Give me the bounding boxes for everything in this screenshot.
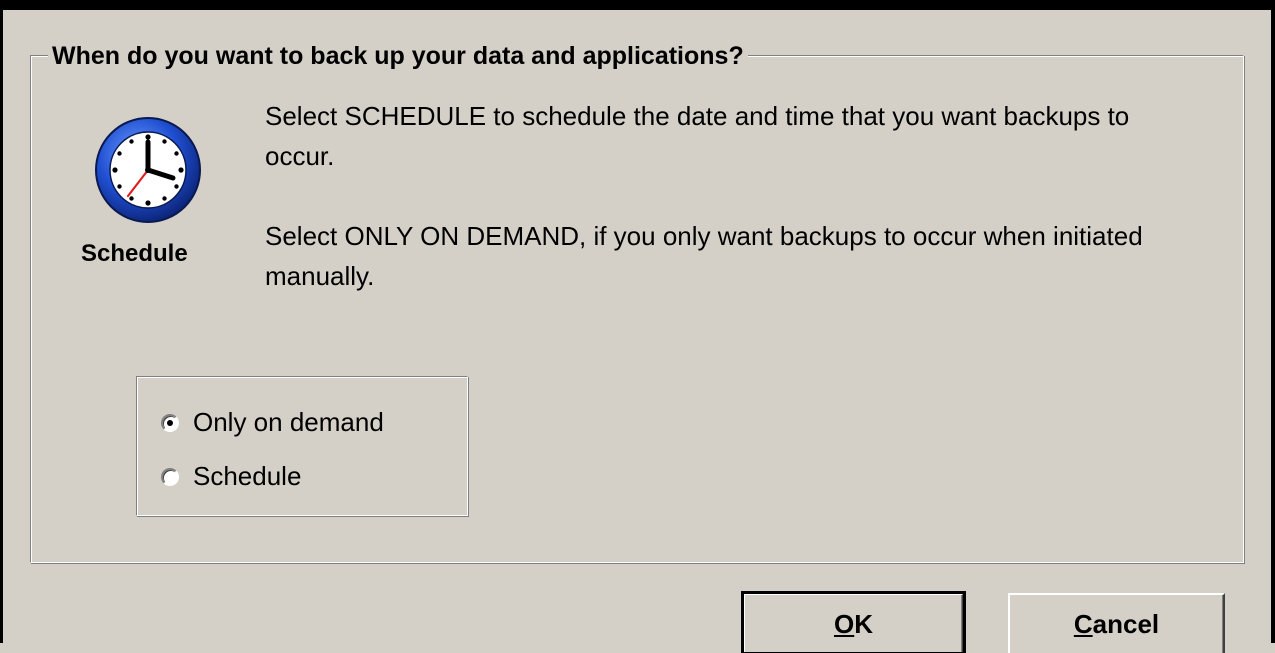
- description-schedule: Select SCHEDULE to schedule the date and…: [265, 101, 1130, 171]
- ok-button-label: OK: [833, 608, 873, 639]
- radio-selected-indicator[interactable]: [161, 413, 179, 432]
- radio-schedule[interactable]: Schedule: [161, 461, 301, 492]
- radio-dot: [167, 419, 173, 426]
- radio-label: Only on demand: [193, 407, 384, 437]
- clock-icon: [95, 117, 201, 223]
- icon-caption: Schedule: [81, 240, 188, 267]
- radio-label: Schedule: [193, 461, 302, 491]
- ok-button[interactable]: OK: [741, 591, 966, 653]
- backup-option-panel: [136, 376, 468, 516]
- group-title: When do you want to back up your data an…: [48, 42, 748, 71]
- radio-unselected-indicator[interactable]: [161, 467, 179, 486]
- cancel-button[interactable]: Cancel: [1008, 593, 1225, 653]
- cancel-button-label: Cancel: [1073, 608, 1160, 639]
- description-on-demand: Select ONLY ON DEMAND, if you only want …: [265, 221, 1143, 291]
- radio-only-on-demand[interactable]: Only on demand: [161, 407, 384, 438]
- backup-dialog: When do you want to back up your data an…: [0, 0, 1275, 653]
